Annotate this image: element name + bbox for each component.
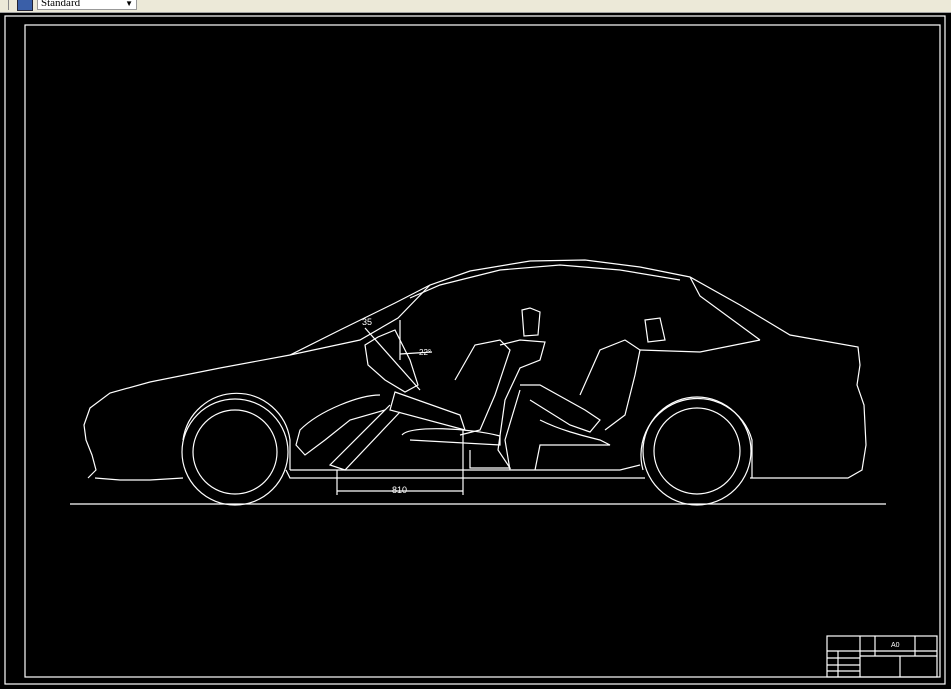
title-block: A0 bbox=[826, 635, 938, 678]
dimension-annotations: 35 22° 810 bbox=[336, 317, 464, 495]
drawing-frame bbox=[24, 24, 941, 678]
outer-border bbox=[4, 15, 946, 685]
car-body-outline bbox=[83, 259, 867, 481]
driver-mannequin bbox=[295, 307, 546, 471]
chevron-down-icon: ▼ bbox=[125, 0, 133, 8]
toolbar: Standard ▼ bbox=[0, 0, 951, 13]
cad-drawing-canvas[interactable]: 35 22° 810 A0 bbox=[0, 13, 951, 689]
toolbar-separator bbox=[8, 0, 9, 10]
text-style-icon[interactable] bbox=[17, 0, 33, 11]
text-style-dropdown[interactable]: Standard ▼ bbox=[37, 0, 137, 10]
front-wheel bbox=[181, 398, 289, 506]
dimension-angle-top: 35 bbox=[362, 317, 372, 327]
title-block-sheet-size: A0 bbox=[891, 642, 900, 649]
text-style-value: Standard bbox=[41, 0, 81, 9]
dimension-floor-length: 810 bbox=[392, 485, 407, 495]
rear-wheel bbox=[642, 396, 752, 506]
dimension-angle-side: 22° bbox=[419, 348, 431, 357]
